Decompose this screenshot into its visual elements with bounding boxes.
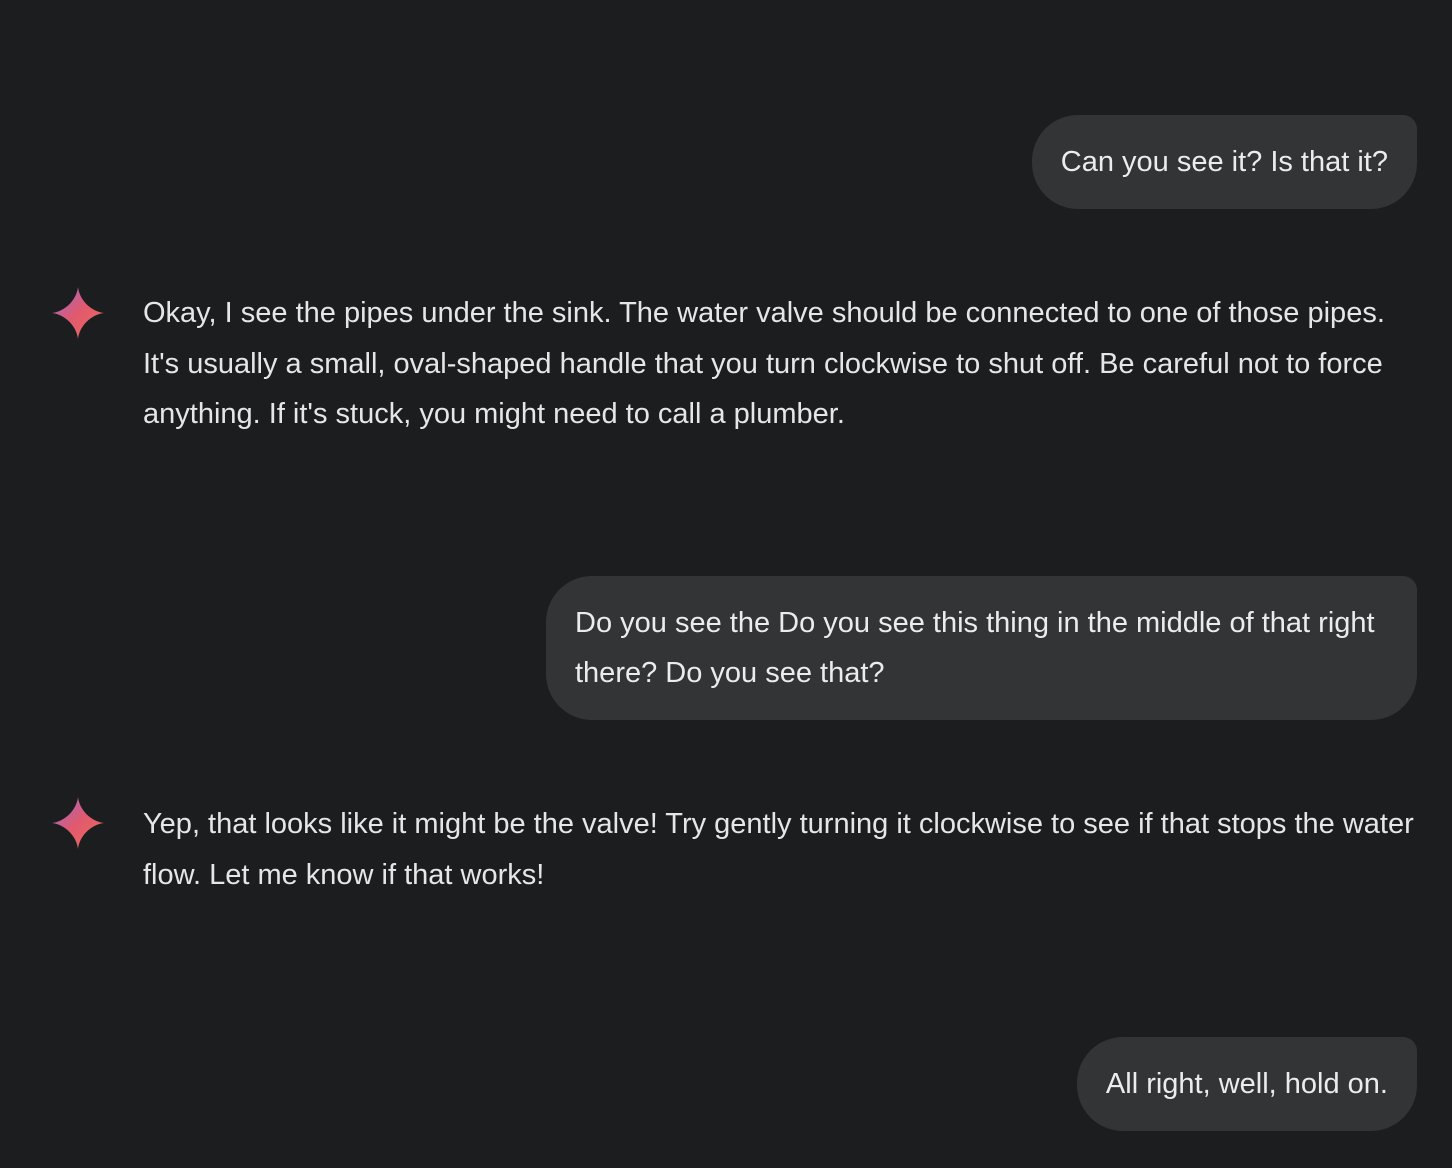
user-message-text: Do you see the Do you see this thing in … [575,607,1375,689]
assistant-message-text: Yep, that looks like it might be the val… [143,808,1414,891]
gemini-sparkle-icon [52,287,104,339]
user-message-text: Can you see it? Is that it? [1060,146,1388,178]
user-message-text: All right, well, hold on. [1105,1068,1388,1100]
user-message-bubble: Can you see it? Is that it? [1031,115,1417,209]
assistant-message-text: Okay, I see the pipes under the sink. Th… [143,297,1385,430]
user-message-bubble: Do you see the Do you see this thing in … [546,576,1417,720]
gemini-sparkle-icon [52,797,104,849]
user-message-bubble: All right, well, hold on. [1076,1037,1417,1131]
